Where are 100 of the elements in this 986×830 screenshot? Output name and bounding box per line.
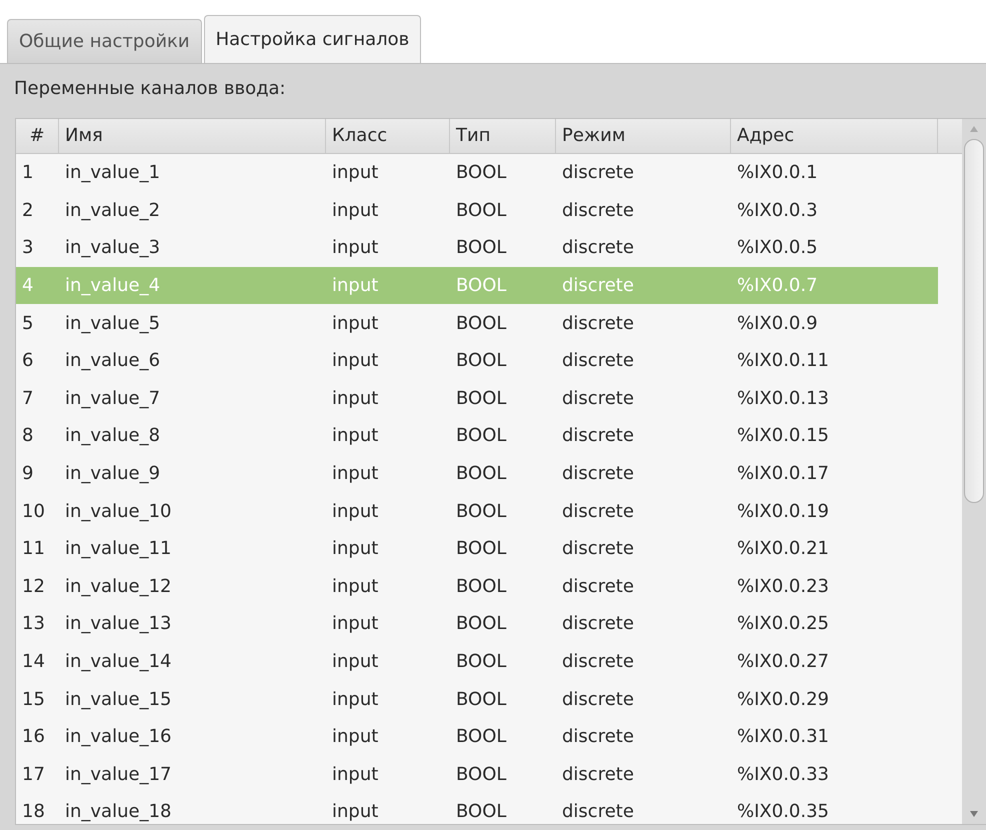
table-row[interactable]: 7 in_value_7 input BOOL discrete %IX0.0.13: [16, 380, 938, 418]
table-cell-text: in_value_3: [64, 237, 162, 258]
table-row[interactable]: 9 in_value_9 input BOOL discrete %IX0.0.17: [16, 454, 938, 492]
table-cell-text: input: [331, 764, 380, 785]
table-cell-text: BOOL: [455, 162, 508, 184]
table-cell-text: discrete: [561, 312, 635, 334]
table-cell-text: discrete: [561, 688, 635, 710]
table-cell-text: %IX0.0.9: [736, 312, 819, 334]
table-cell-text: BOOL: [455, 801, 508, 822]
column-header[interactable]: Адрес: [731, 119, 938, 153]
table-cell-text: 13: [21, 613, 46, 634]
table-row[interactable]: 12 in_value_12 input BOOL discrete %IX0.0.23: [16, 568, 938, 606]
column-header[interactable]: Режим: [556, 119, 731, 153]
table-cell-text: 8: [21, 425, 34, 446]
table-cell-text: %IX0.0.19: [736, 500, 830, 522]
table-cell-text: 16: [21, 726, 46, 748]
table-cell-text: BOOL: [455, 350, 508, 372]
table-cell-text: discrete: [561, 463, 635, 484]
table-row[interactable]: 16 in_value_16 input BOOL discrete %IX0.0.31: [16, 718, 938, 756]
table-cell-text: BOOL: [455, 764, 508, 785]
scroll-thumb[interactable]: [964, 139, 984, 503]
table-cell-text: %IX0.0.25: [736, 613, 830, 634]
table-cell-text: 3: [21, 237, 34, 258]
table-cell-text: input: [331, 350, 380, 372]
table-cell-text: %IX0.0.21: [736, 538, 830, 560]
table-cell-text: input: [331, 538, 380, 560]
table-row[interactable]: 3 in_value_3 input BOOL discrete %IX0.0.5: [16, 229, 938, 267]
table-cell-text: %IX0.0.13: [736, 388, 830, 409]
table-cell-text: input: [331, 275, 380, 296]
column-header[interactable]: Имя: [59, 119, 326, 153]
table-row[interactable]: 11 in_value_11 input BOOL discrete %IX0.0.21: [16, 530, 938, 568]
table-cell-text: %IX0.0.15: [736, 425, 830, 446]
table-cell-text: BOOL: [455, 651, 508, 672]
table-cell-text: discrete: [561, 651, 635, 672]
column-header[interactable]: #: [16, 119, 59, 153]
table-cell-text: BOOL: [455, 576, 508, 597]
scroll-down-icon[interactable]: [969, 810, 980, 818]
table-cell-text: %IX0.0.33: [736, 764, 830, 785]
table-cell-text: BOOL: [455, 726, 508, 748]
table-cell-text: discrete: [561, 576, 635, 597]
table-cell-text: in_value_6: [64, 350, 162, 372]
table-cell-text: 12: [21, 576, 46, 597]
table-row[interactable]: 14 in_value_14 input BOOL discrete %IX0.0.27: [16, 642, 938, 680]
table-cell-text: BOOL: [455, 500, 508, 522]
table-cell-text: %IX0.0.7: [736, 275, 819, 296]
table-row[interactable]: 5 in_value_5 input BOOL discrete %IX0.0.9: [16, 304, 938, 342]
table-cell-text: discrete: [561, 613, 635, 634]
table-cell-text: discrete: [561, 237, 635, 258]
table-cell-text: in_value_17: [64, 764, 172, 785]
tab[interactable]: Настройка сигналов: [204, 15, 422, 63]
table-cell-text: discrete: [561, 538, 635, 560]
table-cell-text: input: [331, 200, 380, 221]
table-cell-text: in_value_1: [64, 162, 162, 184]
table-cell-text: 5: [21, 312, 34, 334]
table-cell-text: %IX0.0.3: [736, 200, 819, 221]
table-row[interactable]: 1 in_value_1 input BOOL discrete %IX0.0.1: [16, 154, 938, 192]
table-cell-text: discrete: [561, 801, 635, 822]
table-row[interactable]: 15 in_value_15 input BOOL discrete %IX0.0.29: [16, 680, 938, 718]
table-cell-text: in_value_13: [64, 613, 172, 634]
table-cell-text: discrete: [561, 764, 635, 785]
table-row[interactable]: 2 in_value_2 input BOOL discrete %IX0.0.3: [16, 192, 938, 230]
tab[interactable]: Общие настройки: [7, 19, 202, 63]
table-row[interactable]: 17 in_value_17 input BOOL discrete %IX0.0.33: [16, 756, 938, 794]
table-cell-text: in_value_16: [64, 726, 172, 748]
column-header[interactable]: Тип: [450, 119, 556, 153]
table-cell-text: %IX0.0.17: [736, 463, 830, 484]
table-cell-text: %IX0.0.29: [736, 688, 830, 710]
table-row[interactable]: 18 in_value_18 input BOOL discrete %IX0.0.35: [16, 793, 938, 830]
table-cell-text: 11: [21, 538, 46, 560]
table-cell-text: %IX0.0.35: [736, 801, 830, 822]
table-cell-text: in_value_15: [64, 688, 172, 710]
scroll-up-icon[interactable]: [969, 125, 980, 133]
table-cell-text: %IX0.0.31: [736, 726, 830, 748]
table-cell-text: discrete: [561, 200, 635, 221]
table-row[interactable]: 13 in_value_13 input BOOL discrete %IX0.0.25: [16, 605, 938, 643]
table-row[interactable]: 8 in_value_8 input BOOL discrete %IX0.0.15: [16, 417, 938, 455]
table-cell-text: 14: [21, 651, 46, 672]
table-cell-text: input: [331, 162, 380, 184]
table-cell-text: input: [331, 237, 380, 258]
table-cell-text: input: [331, 500, 380, 522]
table-row[interactable]: 6 in_value_6 input BOOL discrete %IX0.0.11: [16, 342, 938, 380]
table-cell-text: BOOL: [455, 275, 508, 296]
table-cell-text: 7: [21, 388, 34, 409]
table-cell-text: input: [331, 425, 380, 446]
table-cell-text: %IX0.0.11: [736, 350, 830, 372]
table-cell-text: %IX0.0.27: [736, 651, 830, 672]
table-cell-text: input: [331, 576, 380, 597]
table-cell-text: BOOL: [455, 538, 508, 560]
table-cell-text: discrete: [561, 162, 635, 184]
table-cell-text: %IX0.0.5: [736, 237, 819, 258]
table-cell-text: BOOL: [455, 425, 508, 446]
table-cell-text: in_value_7: [64, 388, 162, 409]
table-cell-text: input: [331, 312, 380, 334]
table-cell-text: discrete: [561, 388, 635, 409]
table-cell-text: discrete: [561, 500, 635, 522]
column-header[interactable]: Класс: [326, 119, 450, 153]
table-cell-text: input: [331, 726, 380, 748]
table-cell-text: in_value_2: [64, 200, 162, 221]
table-cell-text: in_value_14: [64, 651, 172, 672]
table-row[interactable]: 10 in_value_10 input BOOL discrete %IX0.0.19: [16, 492, 938, 530]
